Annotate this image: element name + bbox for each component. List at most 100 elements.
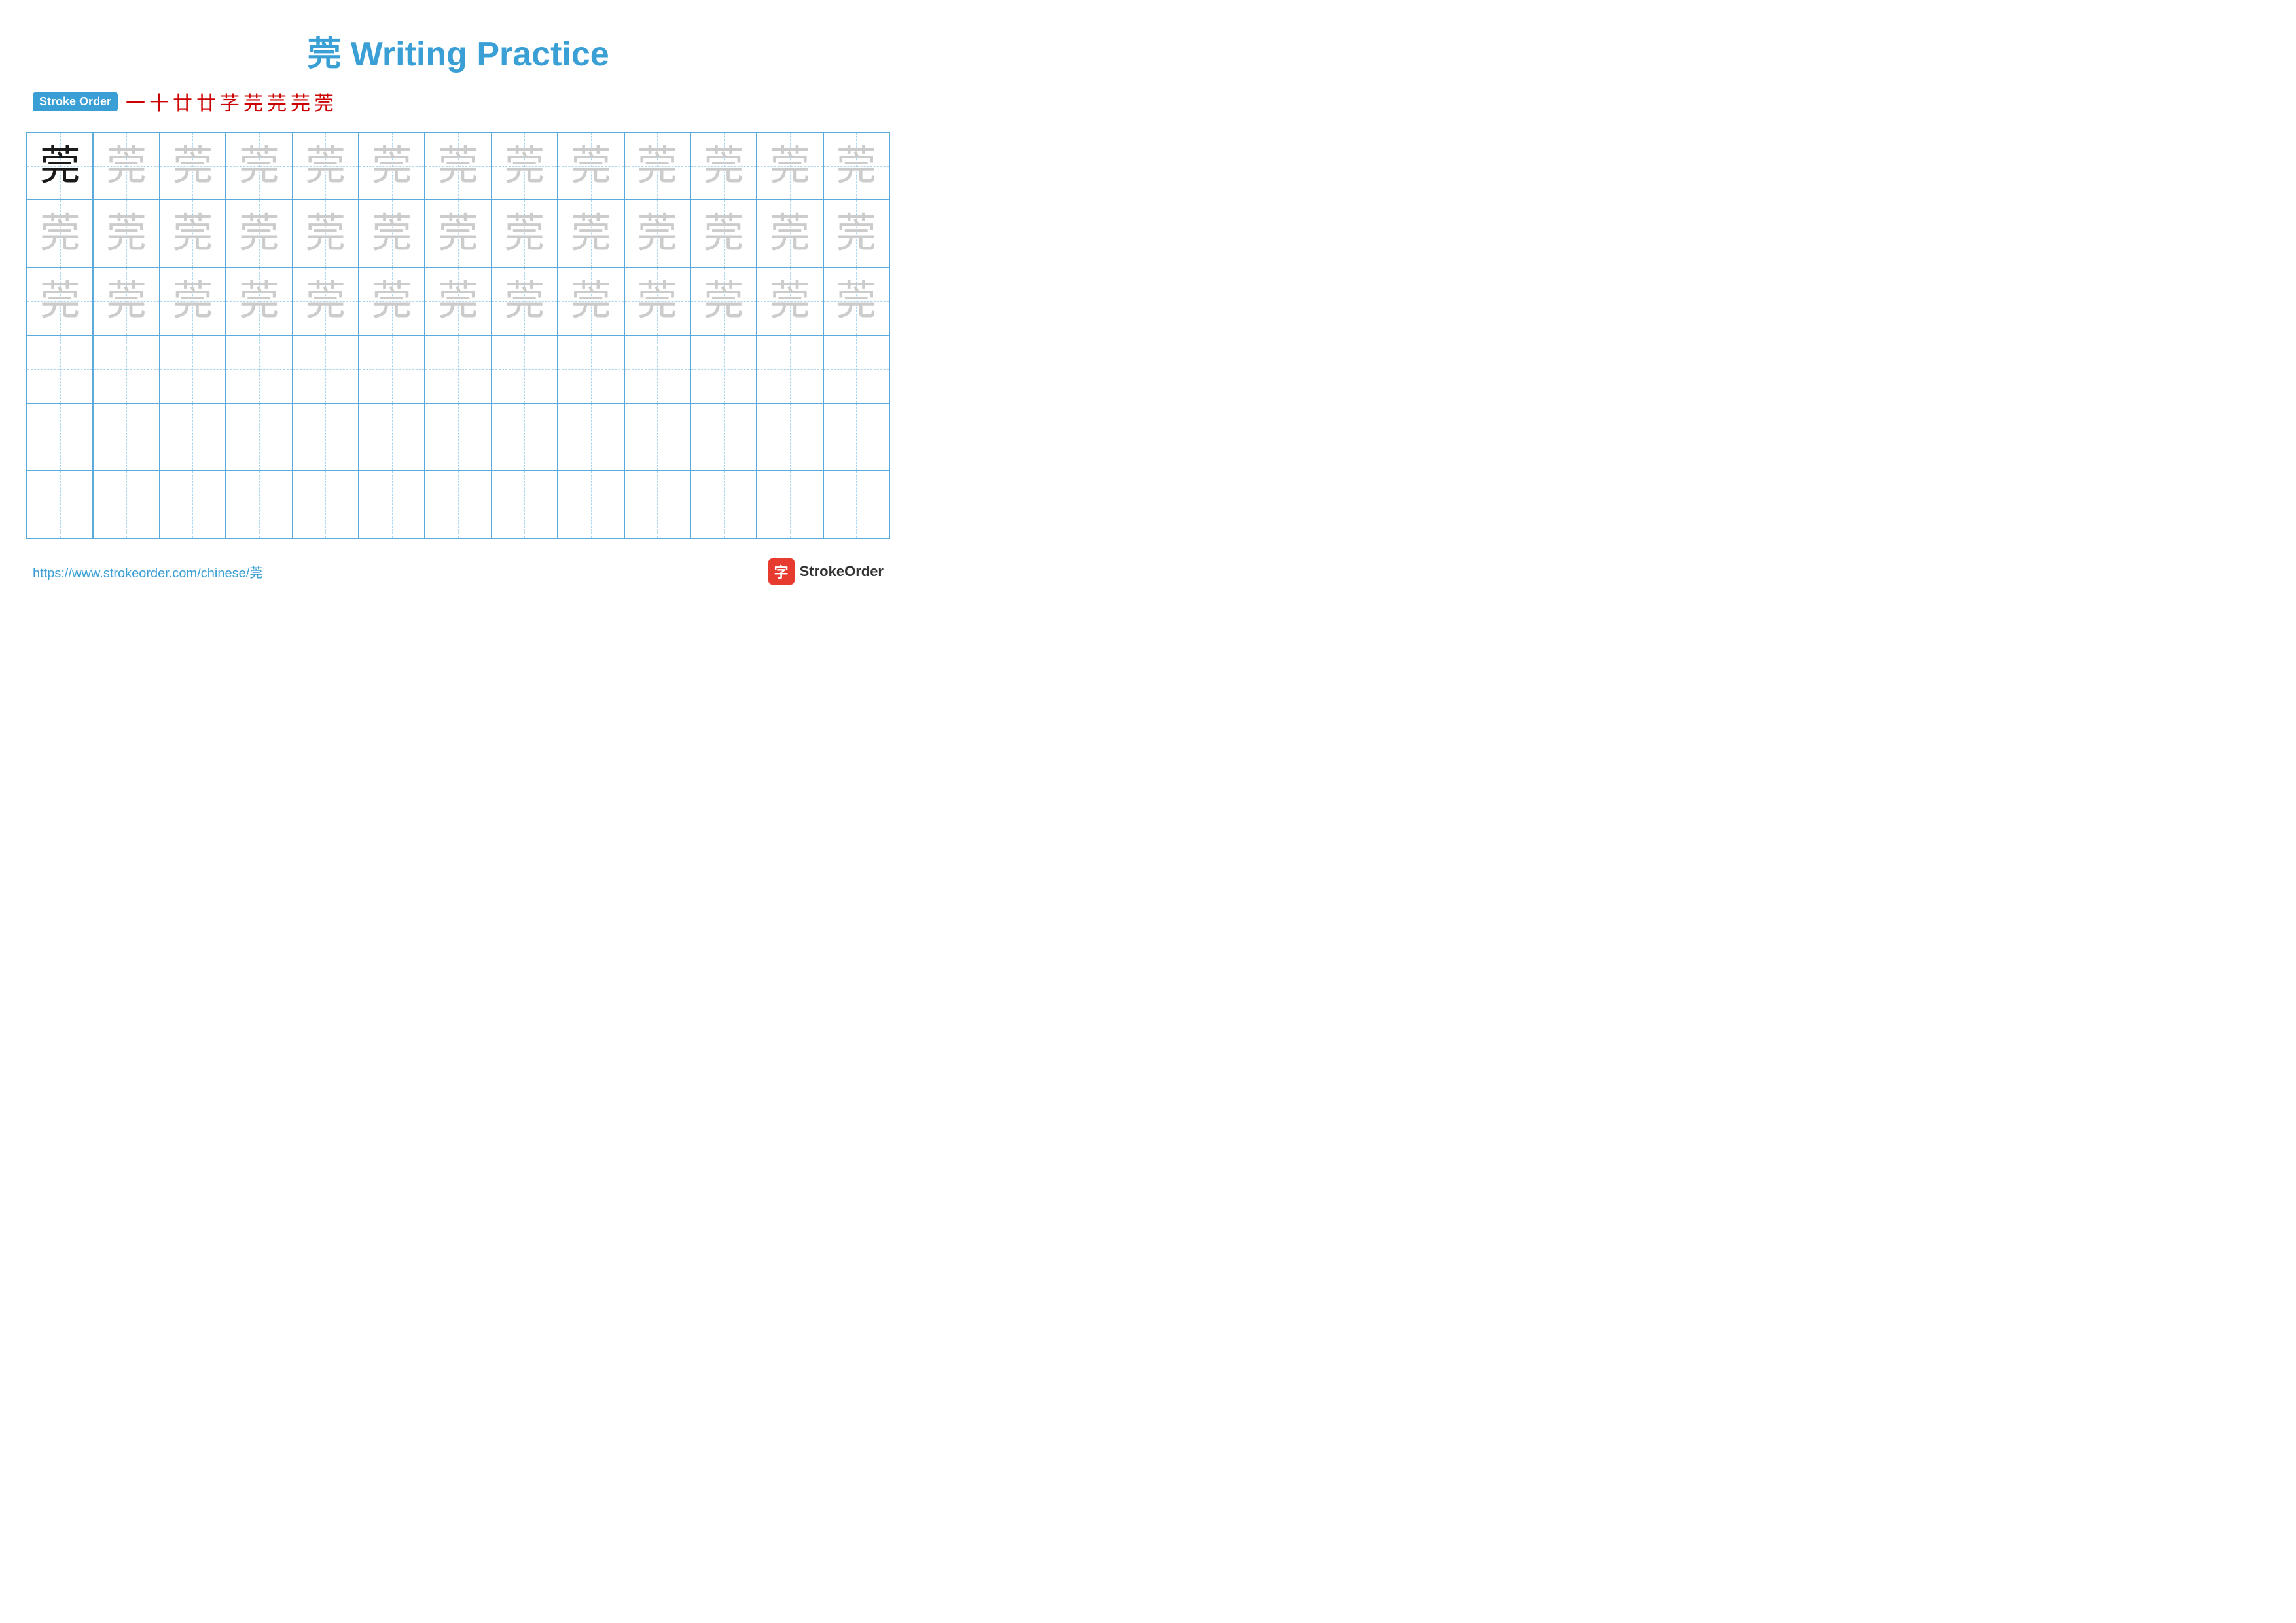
- grid-cell-3-1[interactable]: [94, 336, 160, 402]
- cell-char-1-7: 莞: [504, 213, 545, 254]
- grid-cell-5-8[interactable]: [558, 471, 624, 538]
- grid-cell-2-1[interactable]: 莞: [94, 268, 160, 335]
- grid-cell-1-4[interactable]: 莞: [293, 200, 359, 266]
- grid-row-1: 莞莞莞莞莞莞莞莞莞莞莞莞莞: [27, 200, 889, 268]
- grid-cell-2-9[interactable]: 莞: [625, 268, 691, 335]
- grid-cell-0-9[interactable]: 莞: [625, 133, 691, 199]
- grid-cell-3-6[interactable]: [425, 336, 492, 402]
- cell-char-0-12: 莞: [836, 146, 876, 187]
- grid-cell-5-7[interactable]: [492, 471, 558, 538]
- grid-cell-0-3[interactable]: 莞: [226, 133, 293, 199]
- grid-cell-1-0[interactable]: 莞: [27, 200, 94, 266]
- grid-cell-5-10[interactable]: [691, 471, 757, 538]
- grid-cell-1-5[interactable]: 莞: [359, 200, 425, 266]
- grid-cell-0-6[interactable]: 莞: [425, 133, 492, 199]
- grid-cell-4-10[interactable]: [691, 404, 757, 470]
- grid-cell-5-5[interactable]: [359, 471, 425, 538]
- grid-cell-0-1[interactable]: 莞: [94, 133, 160, 199]
- cell-char-1-1: 莞: [106, 213, 147, 254]
- grid-cell-0-0[interactable]: 莞: [27, 133, 94, 199]
- grid-cell-1-9[interactable]: 莞: [625, 200, 691, 266]
- grid-cell-5-12[interactable]: [824, 471, 889, 538]
- cell-char-2-11: 莞: [770, 281, 810, 321]
- cell-char-1-2: 莞: [172, 213, 213, 254]
- grid-row-3: [27, 336, 889, 403]
- grid-cell-5-2[interactable]: [160, 471, 226, 538]
- grid-cell-5-1[interactable]: [94, 471, 160, 538]
- grid-cell-1-10[interactable]: 莞: [691, 200, 757, 266]
- cell-char-2-8: 莞: [571, 281, 611, 321]
- grid-cell-3-2[interactable]: [160, 336, 226, 402]
- grid-cell-0-5[interactable]: 莞: [359, 133, 425, 199]
- stroke-char-0: 一: [126, 87, 145, 116]
- grid-cell-1-3[interactable]: 莞: [226, 200, 293, 266]
- grid-cell-2-8[interactable]: 莞: [558, 268, 624, 335]
- grid-cell-2-4[interactable]: 莞: [293, 268, 359, 335]
- stroke-char-7: 芫: [291, 87, 310, 116]
- grid-cell-1-6[interactable]: 莞: [425, 200, 492, 266]
- grid-cell-1-8[interactable]: 莞: [558, 200, 624, 266]
- grid-cell-2-5[interactable]: 莞: [359, 268, 425, 335]
- grid-cell-4-1[interactable]: [94, 404, 160, 470]
- grid-row-5: [27, 471, 889, 538]
- grid-cell-4-0[interactable]: [27, 404, 94, 470]
- grid-cell-4-4[interactable]: [293, 404, 359, 470]
- grid-cell-0-12[interactable]: 莞: [824, 133, 889, 199]
- grid-cell-1-1[interactable]: 莞: [94, 200, 160, 266]
- grid-cell-3-0[interactable]: [27, 336, 94, 402]
- stroke-char-4: 芓: [220, 87, 240, 116]
- grid-cell-3-3[interactable]: [226, 336, 293, 402]
- cell-char-0-2: 莞: [172, 146, 213, 187]
- stroke-char-2: 廿: [173, 87, 192, 116]
- grid-cell-4-5[interactable]: [359, 404, 425, 470]
- grid-cell-4-3[interactable]: [226, 404, 293, 470]
- grid-cell-5-4[interactable]: [293, 471, 359, 538]
- grid-cell-3-11[interactable]: [757, 336, 823, 402]
- grid-cell-4-12[interactable]: [824, 404, 889, 470]
- grid-cell-2-2[interactable]: 莞: [160, 268, 226, 335]
- grid-cell-5-0[interactable]: [27, 471, 94, 538]
- grid-cell-3-10[interactable]: [691, 336, 757, 402]
- stroke-char-5: 芫: [243, 87, 263, 116]
- grid-cell-5-11[interactable]: [757, 471, 823, 538]
- grid-cell-0-8[interactable]: 莞: [558, 133, 624, 199]
- grid-cell-4-2[interactable]: [160, 404, 226, 470]
- grid-cell-2-7[interactable]: 莞: [492, 268, 558, 335]
- grid-cell-2-11[interactable]: 莞: [757, 268, 823, 335]
- grid-cell-4-9[interactable]: [625, 404, 691, 470]
- cell-char-1-9: 莞: [637, 213, 677, 254]
- footer-brand: 字 StrokeOrder: [768, 558, 884, 585]
- grid-cell-0-11[interactable]: 莞: [757, 133, 823, 199]
- grid-cell-3-4[interactable]: [293, 336, 359, 402]
- cell-char-2-6: 莞: [438, 281, 478, 321]
- grid-cell-2-12[interactable]: 莞: [824, 268, 889, 335]
- grid-cell-1-2[interactable]: 莞: [160, 200, 226, 266]
- cell-char-1-6: 莞: [438, 213, 478, 254]
- grid-cell-0-4[interactable]: 莞: [293, 133, 359, 199]
- grid-cell-2-0[interactable]: 莞: [27, 268, 94, 335]
- grid-cell-3-5[interactable]: [359, 336, 425, 402]
- grid-cell-2-6[interactable]: 莞: [425, 268, 492, 335]
- grid-cell-0-2[interactable]: 莞: [160, 133, 226, 199]
- grid-cell-4-8[interactable]: [558, 404, 624, 470]
- footer: https://www.strokeorder.com/chinese/莞 字 …: [26, 558, 890, 585]
- grid-cell-2-3[interactable]: 莞: [226, 268, 293, 335]
- grid-cell-3-9[interactable]: [625, 336, 691, 402]
- grid-cell-5-6[interactable]: [425, 471, 492, 538]
- stroke-char-8: 莞: [314, 87, 334, 116]
- grid-cell-4-7[interactable]: [492, 404, 558, 470]
- grid-cell-1-11[interactable]: 莞: [757, 200, 823, 266]
- grid-cell-4-11[interactable]: [757, 404, 823, 470]
- grid-cell-1-7[interactable]: 莞: [492, 200, 558, 266]
- grid-cell-1-12[interactable]: 莞: [824, 200, 889, 266]
- grid-cell-5-3[interactable]: [226, 471, 293, 538]
- grid-cell-5-9[interactable]: [625, 471, 691, 538]
- grid-cell-4-6[interactable]: [425, 404, 492, 470]
- grid-cell-3-12[interactable]: [824, 336, 889, 402]
- grid-cell-0-10[interactable]: 莞: [691, 133, 757, 199]
- grid-cell-2-10[interactable]: 莞: [691, 268, 757, 335]
- grid-cell-3-8[interactable]: [558, 336, 624, 402]
- grid-cell-3-7[interactable]: [492, 336, 558, 402]
- grid-cell-0-7[interactable]: 莞: [492, 133, 558, 199]
- footer-url[interactable]: https://www.strokeorder.com/chinese/莞: [33, 562, 262, 581]
